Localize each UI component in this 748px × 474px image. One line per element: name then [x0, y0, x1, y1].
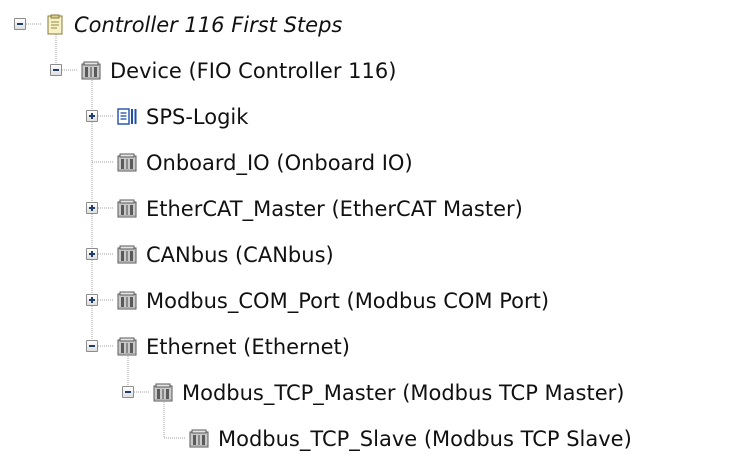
tree-node-label: Modbus_TCP_Slave (Modbus TCP Slave)	[218, 427, 632, 451]
tree-node-label: Ethernet (Ethernet)	[146, 335, 350, 359]
device-tree: Controller 116 First Steps Device (FIO Co…	[0, 0, 748, 474]
device-icon	[116, 198, 138, 220]
tree-node-label: EtherCAT_Master (EtherCAT Master)	[146, 197, 523, 221]
tree-node-label: Modbus_TCP_Master (Modbus TCP Master)	[182, 381, 625, 405]
collapse-toggle[interactable]	[86, 340, 98, 352]
tree-node[interactable]: Ethernet (Ethernet)	[0, 326, 748, 370]
minus-icon	[89, 345, 95, 347]
plc-logic-icon	[116, 106, 138, 128]
device-icon	[152, 382, 174, 404]
plus-icon	[91, 297, 93, 303]
device-icon	[116, 336, 138, 358]
tree-node[interactable]: Modbus_TCP_Master (Modbus TCP Master)	[0, 372, 748, 416]
project-icon	[44, 14, 66, 36]
plus-icon	[91, 251, 93, 257]
device-icon	[116, 152, 138, 174]
device-icon	[80, 60, 102, 82]
tree-node[interactable]: Device (FIO Controller 116)	[0, 50, 748, 94]
tree-node-label: Device (FIO Controller 116)	[110, 59, 397, 83]
device-icon	[116, 244, 138, 266]
collapse-toggle[interactable]	[122, 386, 134, 398]
tree-node[interactable]: Modbus_COM_Port (Modbus COM Port)	[0, 280, 748, 324]
expand-toggle[interactable]	[86, 202, 98, 214]
minus-icon	[53, 69, 59, 71]
tree-node[interactable]: Controller 116 First Steps	[0, 4, 748, 48]
plus-icon	[91, 113, 93, 119]
plus-icon	[91, 205, 93, 211]
tree-node[interactable]: Onboard_IO (Onboard IO)	[0, 142, 748, 186]
minus-icon	[17, 23, 23, 25]
device-icon	[116, 290, 138, 312]
tree-node[interactable]: Modbus_TCP_Slave (Modbus TCP Slave)	[0, 418, 748, 462]
tree-node-label: Controller 116 First Steps	[74, 13, 343, 37]
tree-node[interactable]: SPS-Logik	[0, 96, 748, 140]
collapse-toggle[interactable]	[14, 18, 26, 30]
tree-node-label: SPS-Logik	[146, 105, 249, 129]
device-icon	[188, 428, 210, 450]
tree-node-label: CANbus (CANbus)	[146, 243, 334, 267]
expand-toggle[interactable]	[86, 248, 98, 260]
tree-node-label: Onboard_IO (Onboard IO)	[146, 151, 413, 175]
collapse-toggle[interactable]	[50, 64, 62, 76]
expand-toggle[interactable]	[86, 110, 98, 122]
expand-toggle[interactable]	[86, 294, 98, 306]
tree-node[interactable]: CANbus (CANbus)	[0, 234, 748, 278]
tree-node[interactable]: EtherCAT_Master (EtherCAT Master)	[0, 188, 748, 232]
minus-icon	[125, 391, 131, 393]
tree-node-label: Modbus_COM_Port (Modbus COM Port)	[146, 289, 550, 313]
